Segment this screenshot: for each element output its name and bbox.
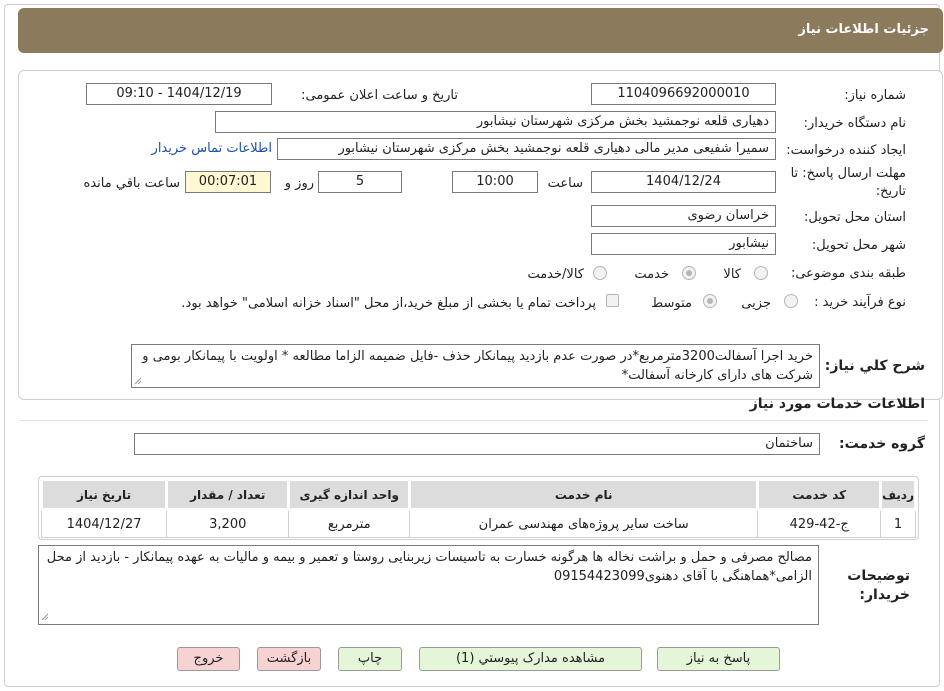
description-textarea: خرید اجرا آسفالت3200مترمربع*در صورت عدم … xyxy=(131,344,820,388)
cell-need-date: 1404/12/27 xyxy=(40,509,168,538)
province-field: خراسان رضوی xyxy=(591,205,776,227)
buyer-org-label: نام دستگاه خریدار: xyxy=(803,116,906,131)
category-goods-radio[interactable] xyxy=(754,266,768,280)
exit-button[interactable]: خروج xyxy=(177,647,240,671)
deadline-label-date: تاریخ: xyxy=(875,184,906,199)
cell-quantity: 3,200 xyxy=(166,509,290,538)
buyer-notes-textarea: مصالح مصرفی و حمل و براشت نخاله ها هرگون… xyxy=(38,545,819,625)
section-divider xyxy=(20,420,928,421)
buyer-notes-label-2: خریدار: xyxy=(859,587,910,603)
treasury-payment-checkbox[interactable] xyxy=(606,294,619,307)
requester-label: ایجاد کننده درخواست: xyxy=(786,143,906,158)
category-goods-service-label: کالا/خدمت xyxy=(527,267,584,282)
page-title: جزئیات اطلاعات نیاز xyxy=(798,22,929,37)
resize-grip-icon[interactable] xyxy=(134,377,142,385)
deadline-time-label: ساعت xyxy=(547,176,583,191)
process-medium-radio[interactable] xyxy=(703,294,717,308)
cell-unit: مترمربع xyxy=(288,509,410,538)
treasury-payment-note: پرداخت تمام یا بخشی از مبلغ خرید،از محل … xyxy=(181,296,596,311)
deadline-label: مهلت ارسال پاسخ: تا xyxy=(790,166,906,181)
buyer-notes-label: توضیحات xyxy=(847,568,910,584)
province-label: استان محل تحویل: xyxy=(804,210,906,225)
category-service-label: خدمت xyxy=(634,267,669,282)
cell-service-name: ساخت سایر پروژه‌های مهندسی عمران xyxy=(408,509,759,538)
remaining-days-label: روز و xyxy=(284,176,314,191)
need-number-label: شماره نیاز: xyxy=(844,88,906,103)
cell-service-code: ج-42-429 xyxy=(757,509,882,538)
table-row: 1 ج-42-429 ساخت سایر پروژه‌های مهندسی عم… xyxy=(40,509,916,538)
announce-datetime-label: تاریخ و ساعت اعلان عمومی: xyxy=(301,88,458,103)
process-label: نوع فرآیند خرید : xyxy=(814,295,906,310)
remaining-time-field: 00:07:01 xyxy=(185,171,271,193)
col-row: ردیف xyxy=(879,478,917,511)
category-goods-service-radio[interactable] xyxy=(593,266,607,280)
resize-grip-icon[interactable] xyxy=(41,613,49,621)
announce-datetime-field: 1404/12/19 - 09:10 xyxy=(86,83,272,105)
view-attachments-button[interactable]: مشاهده مدارک پیوستي (1) xyxy=(419,647,642,671)
deadline-time-field: 10:00 xyxy=(452,171,538,193)
buyer-org-field: دهیاری قلعه نوجمشید بخش مرکزی شهرستان نی… xyxy=(215,111,776,133)
service-group-field: ساختمان xyxy=(134,433,820,455)
process-minor-label: جزیی xyxy=(741,296,771,311)
col-unit: واحد اندازه گیری xyxy=(287,478,411,511)
col-need-date: تاریخ نیاز xyxy=(39,478,169,511)
page-header: جزئیات اطلاعات نیاز xyxy=(18,8,943,53)
description-label: شرح کلي نیاز: xyxy=(824,358,925,374)
city-field: نیشابور xyxy=(591,233,776,255)
buyer-contact-link[interactable]: اطلاعات تماس خریدار xyxy=(152,141,272,156)
city-label: شهر محل تحویل: xyxy=(811,238,906,253)
remaining-days-field: 5 xyxy=(318,171,402,193)
services-table: ردیف کد خدمت نام خدمت واحد اندازه گیری ت… xyxy=(39,478,917,538)
services-section-title: اطلاعات خدمات مورد نیاز xyxy=(749,396,925,412)
process-medium-label: متوسط xyxy=(651,296,692,311)
col-service-code: کد خدمت xyxy=(756,478,883,511)
print-button[interactable]: چاپ xyxy=(338,647,402,671)
process-minor-radio[interactable] xyxy=(784,294,798,308)
service-group-label: گروه خدمت: xyxy=(839,436,925,452)
requester-field: سمیرا شفیعی مدیر مالی دهیاری قلعه نوجمشی… xyxy=(277,138,776,160)
col-service-name: نام خدمت xyxy=(407,478,760,511)
col-quantity: تعداد / مقدار xyxy=(165,478,291,511)
category-label: طبقه بندی موضوعی: xyxy=(790,266,906,281)
reply-button[interactable]: پاسخ به نیاز xyxy=(657,647,780,671)
remaining-time-label: ساعت باقي مانده xyxy=(83,176,180,191)
table-header-row: ردیف کد خدمت نام خدمت واحد اندازه گیری ت… xyxy=(39,478,917,511)
category-goods-label: کالا xyxy=(723,267,741,282)
deadline-date-field: 1404/12/24 xyxy=(591,171,776,193)
need-number-field: 1104096692000010 xyxy=(591,83,776,105)
cell-row: 1 xyxy=(880,509,916,538)
back-button[interactable]: بازگشت xyxy=(257,647,321,671)
category-service-radio[interactable] xyxy=(682,266,696,280)
